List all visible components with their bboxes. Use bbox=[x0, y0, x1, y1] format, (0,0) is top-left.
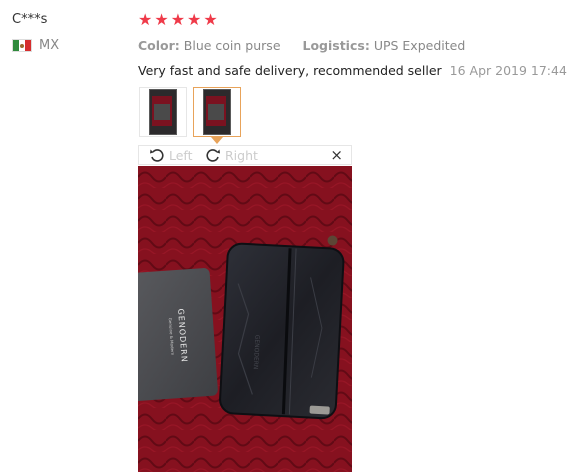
country-code: MX bbox=[39, 38, 60, 53]
rotate-right-label: Right bbox=[225, 147, 258, 163]
color-label: Color: bbox=[138, 38, 180, 53]
star-icon: ★ bbox=[154, 10, 169, 29]
photo-thumbnail-selected[interactable] bbox=[193, 87, 241, 137]
review-date: 16 Apr 2019 17:44 bbox=[449, 63, 567, 78]
logistics-label: Logistics: bbox=[302, 38, 370, 53]
thumbnail-image bbox=[203, 89, 231, 135]
reviewer-country: MX bbox=[12, 38, 59, 53]
photo-image: GENODERN Genuine & Modern GENODERN bbox=[138, 166, 352, 472]
star-icon: ★ bbox=[170, 10, 186, 29]
selected-photo-caret bbox=[211, 137, 223, 144]
review-photo: GENODERN Genuine & Modern GENODERN bbox=[138, 166, 352, 472]
rotate-right-icon bbox=[206, 149, 220, 162]
reviewer-name: C***s bbox=[12, 12, 48, 27]
star-icon: ★ bbox=[203, 10, 218, 29]
rotate-left-button[interactable]: Left bbox=[149, 146, 193, 164]
star-rating: ★ ★ ★ ★ ★ bbox=[138, 11, 218, 29]
photo-thumbnail[interactable] bbox=[139, 87, 187, 137]
rotate-left-icon bbox=[150, 149, 164, 162]
review-body: Very fast and safe delivery, recommended… bbox=[138, 63, 567, 78]
rotate-right-button[interactable]: Right bbox=[205, 146, 258, 164]
color-value: Blue coin purse bbox=[183, 38, 281, 53]
logistics-value: UPS Expedited bbox=[373, 38, 466, 53]
star-icon: ★ bbox=[138, 10, 153, 29]
rotate-left-label: Left bbox=[169, 147, 193, 163]
thumbnail-image bbox=[149, 89, 177, 135]
star-icon: ★ bbox=[187, 10, 202, 29]
order-info: Color: Blue coin purse Logistics: UPS Ex… bbox=[138, 38, 465, 53]
close-icon[interactable]: × bbox=[330, 147, 343, 163]
photo-viewer-toolbar: Left Right × bbox=[138, 145, 352, 165]
review-text: Very fast and safe delivery, recommended… bbox=[138, 63, 442, 78]
mexico-flag-icon bbox=[12, 39, 32, 52]
